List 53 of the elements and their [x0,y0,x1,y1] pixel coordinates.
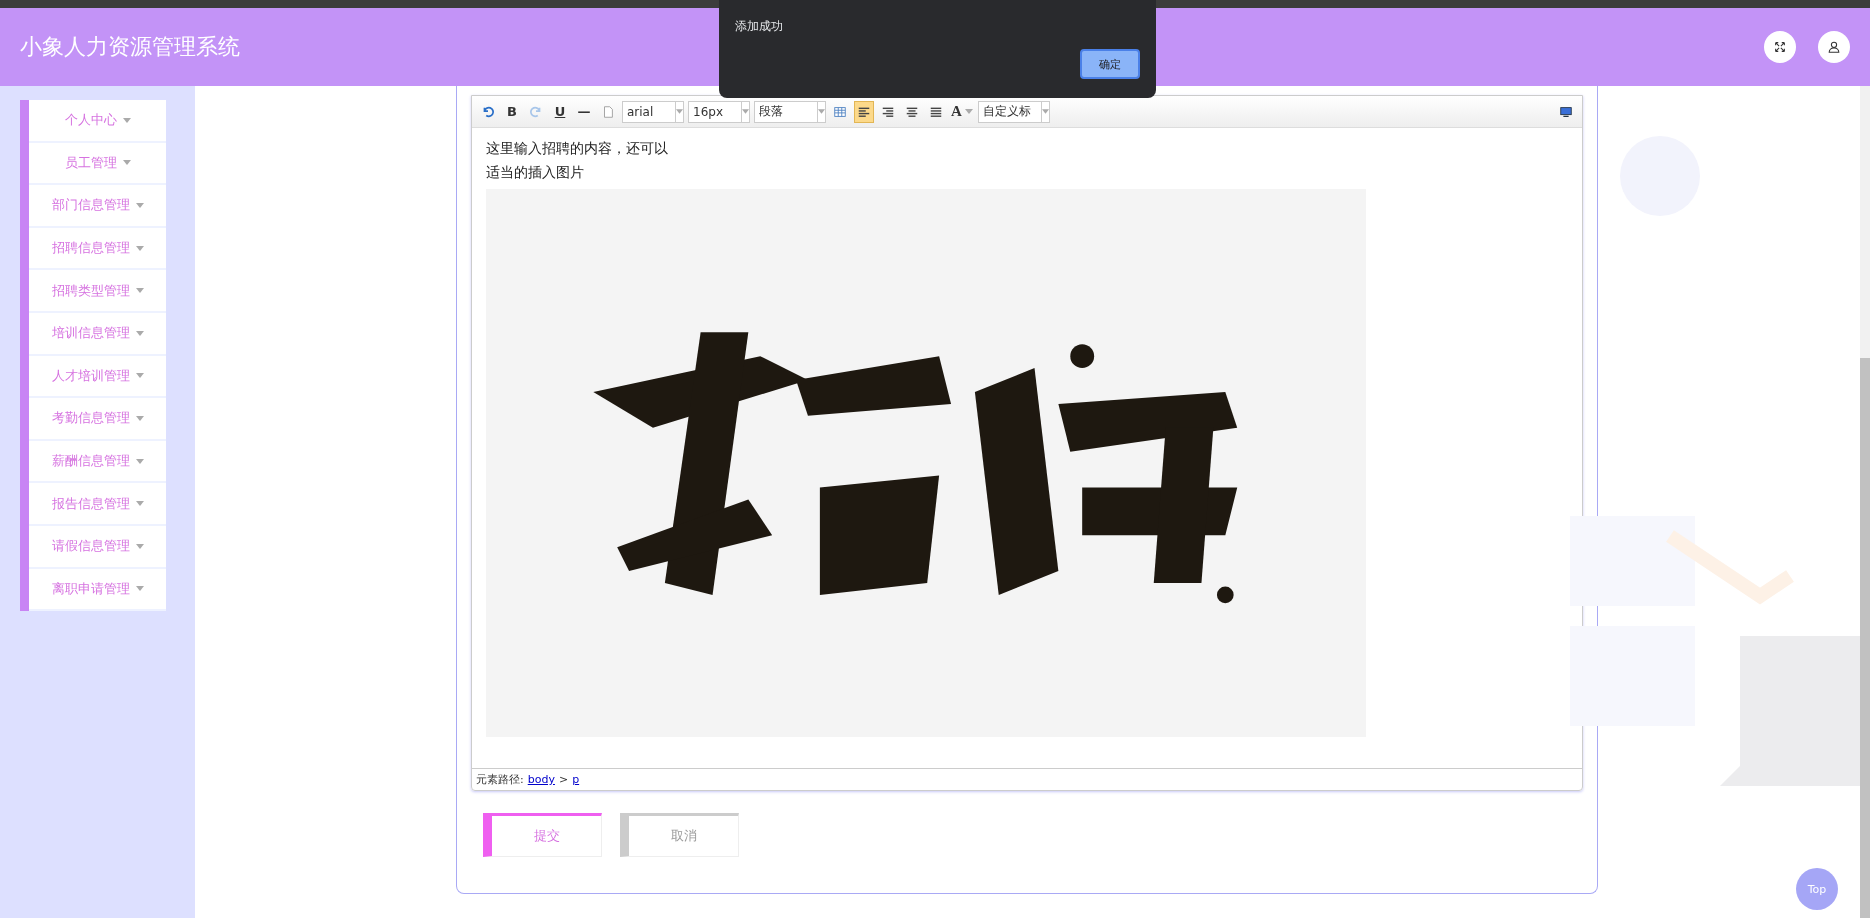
caret-icon [135,330,144,336]
path-link[interactable]: p [572,773,580,786]
paragraph-select[interactable]: 段落 [754,100,826,123]
sidebar-item[interactable]: 人才培训管理 [29,355,166,399]
sidebar-item[interactable]: 招聘信息管理 [29,227,166,271]
sidebar-item[interactable]: 薪酬信息管理 [29,440,166,484]
submit-button[interactable]: 提交 [483,813,602,857]
caret-icon [135,245,144,251]
sidebar-item[interactable]: 部门信息管理 [29,185,166,228]
cancel-button[interactable]: 取消 [620,813,739,857]
sidebar-item[interactable]: 个人中心 [29,100,166,143]
sidebar-item[interactable]: 培训信息管理 [29,312,166,356]
heading-select[interactable]: 自定义标 [977,100,1050,123]
caret-icon [818,109,825,114]
ok-button[interactable]: 确定 [1080,49,1140,79]
font-size-select[interactable]: 16px [688,100,750,123]
caret-icon [135,458,144,464]
dialog-message: 添加成功 [735,18,784,35]
app-title: 小象人力资源管理系统 [20,33,240,61]
content-text: 这里输入招聘的内容，还可以 [486,139,669,158]
align-left-icon[interactable] [854,100,874,123]
back-to-top-button[interactable]: Top [1796,868,1838,910]
font-color-button[interactable]: A [950,100,974,123]
content-text: 适当的插入图片 [486,163,585,182]
caret-icon [135,586,144,592]
path-link[interactable]: body [527,773,555,786]
horizontal-rule-button[interactable]: — [574,100,594,123]
underline-button[interactable]: U [550,100,570,123]
caret-icon [676,109,683,114]
caret-icon [135,203,144,208]
path-separator: > [558,773,569,786]
bold-button[interactable]: B [502,100,522,123]
caret-icon [964,109,973,114]
caret-icon [122,160,131,166]
font-select[interactable]: arial [622,100,684,123]
fullscreen-icon[interactable] [1764,31,1796,63]
caret-icon [135,501,144,507]
sidebar-item[interactable]: 员工管理 [29,142,166,186]
sidebar-item[interactable]: 离职申请管理 [29,568,166,612]
scrollbar[interactable] [1860,86,1870,918]
sidebar-item[interactable]: 请假信息管理 [29,525,166,569]
user-icon[interactable] [1818,31,1850,63]
caret-icon [135,415,144,421]
sidebar-item[interactable]: 报告信息管理 [29,483,166,526]
sidebar-item[interactable]: 考勤信息管理 [29,398,166,441]
caret-icon [742,109,749,114]
caret-icon [135,543,144,549]
caret-icon [135,373,144,379]
path-label: 元素路径: [476,772,524,787]
caret-icon [122,117,131,123]
sidebar-item[interactable]: 招聘类型管理 [29,270,166,313]
caret-icon [1041,109,1049,114]
caret-icon [135,288,144,294]
